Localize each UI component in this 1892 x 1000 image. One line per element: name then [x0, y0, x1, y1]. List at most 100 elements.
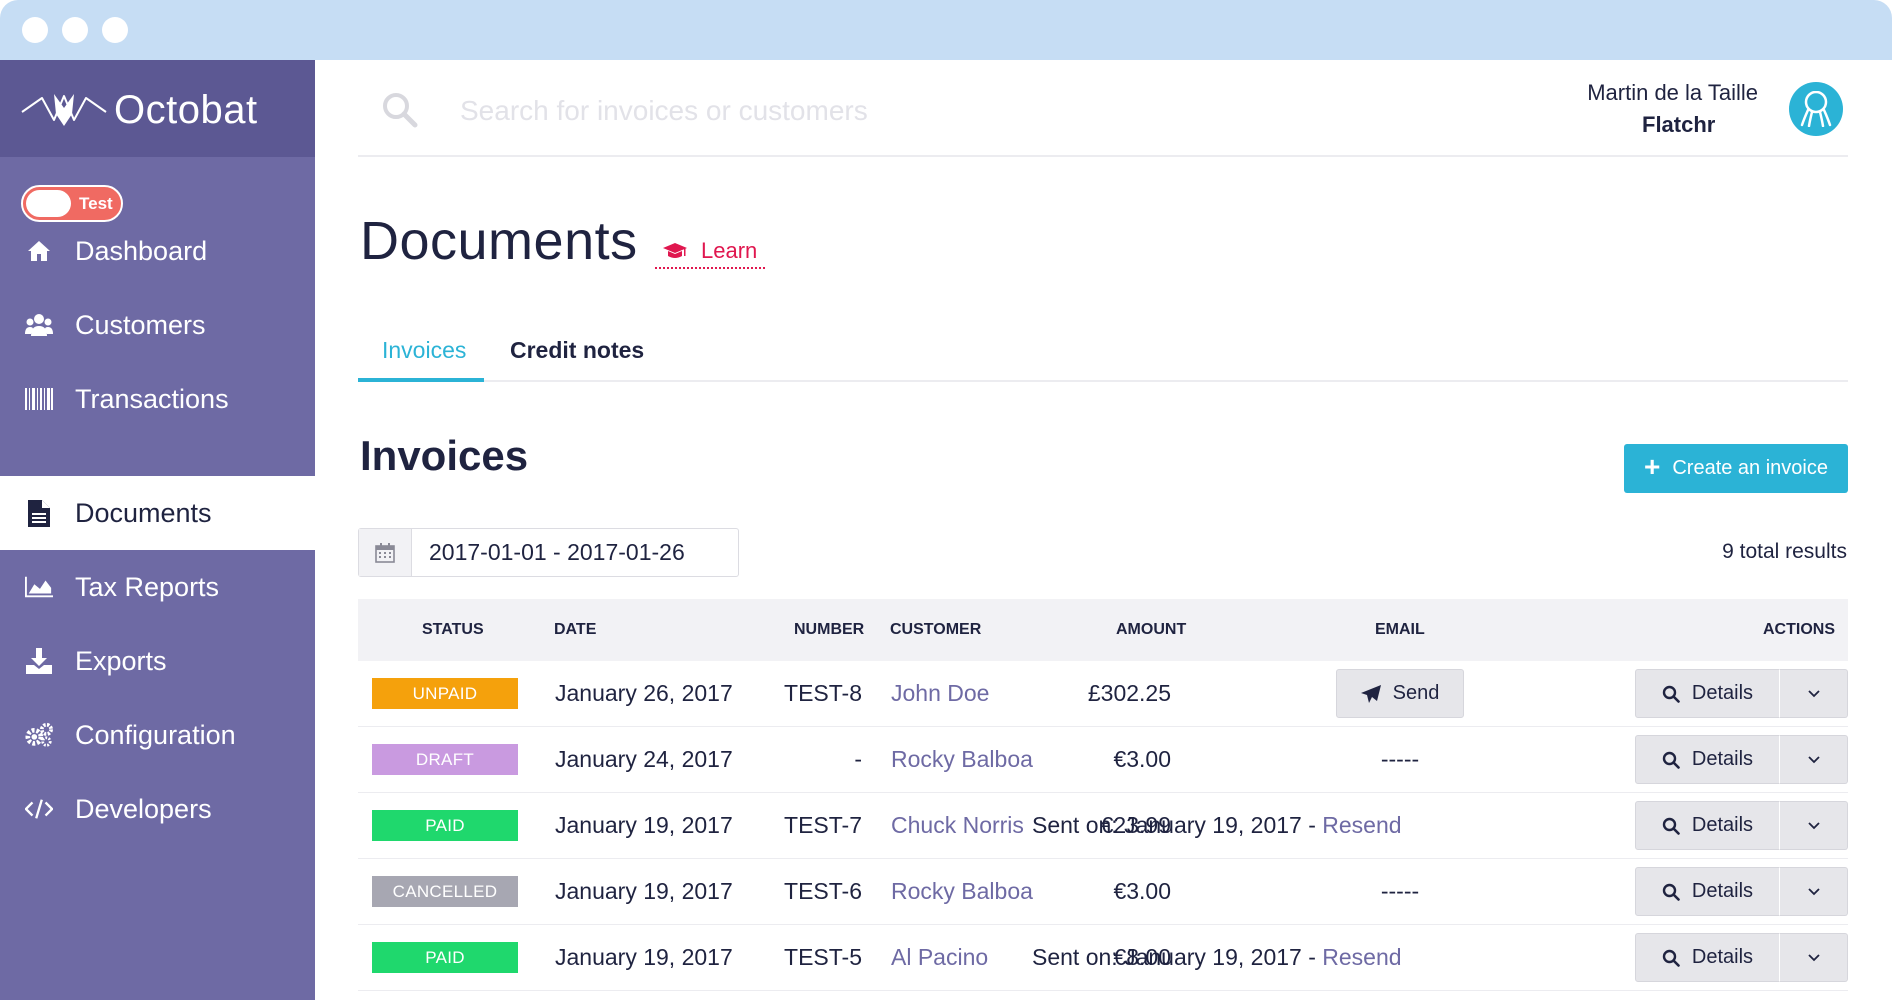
table-row: UNPAID January 26, 2017 TEST-8 John Doe £302… — [358, 661, 1848, 727]
details-button[interactable]: Details — [1635, 801, 1780, 850]
barcode-icon — [25, 385, 53, 413]
total-results: 9 total results — [1722, 540, 1847, 563]
active-tab-indicator — [358, 378, 484, 382]
calendar-icon[interactable] — [359, 529, 412, 576]
invoice-date: January 19, 2017 — [555, 944, 733, 970]
customer-link[interactable]: John Doe — [891, 680, 989, 707]
details-label: Details — [1691, 946, 1754, 968]
actions-dropdown-button[interactable] — [1779, 801, 1848, 850]
sidebar-item-exports[interactable]: Exports — [0, 624, 315, 698]
sidebar-item-documents[interactable]: Documents — [0, 476, 315, 550]
table-row: CANCELLED January 19, 2017 TEST-6 Rocky Bal… — [358, 859, 1848, 925]
tab-credit-notes[interactable]: Credit notes — [510, 337, 644, 364]
learn-link[interactable]: Learn — [655, 235, 766, 269]
chevron-down-icon — [1807, 821, 1821, 830]
invoice-number: TEST-8 — [784, 680, 862, 706]
toggle-label: Test — [79, 194, 113, 213]
send-button[interactable]: Send — [1336, 669, 1464, 718]
email-status: ----- — [1380, 878, 1420, 904]
column-number[interactable]: NUMBER — [794, 621, 864, 639]
details-label: Details — [1691, 748, 1754, 770]
search-icon[interactable] — [380, 90, 420, 135]
sidebar-item-tax-reports[interactable]: Tax Reports — [0, 550, 315, 624]
window-minimize-button[interactable] — [62, 17, 88, 43]
sidebar-item-label: Tax Reports — [75, 571, 220, 602]
sidebar-item-label: Configuration — [75, 719, 236, 750]
email-sent-text: Sent on: January 19, 2017 - — [1032, 944, 1316, 970]
chevron-down-icon — [1807, 887, 1821, 896]
user-company[interactable]: Flatchr — [1642, 112, 1715, 138]
invoice-number: TEST-7 — [784, 812, 862, 838]
header-divider — [358, 155, 1848, 157]
invoice-number: TEST-6 — [784, 878, 862, 904]
sidebar-item-label: Exports — [75, 645, 167, 676]
invoice-amount: £302.25 — [1087, 680, 1171, 706]
details-button[interactable]: Details — [1635, 933, 1780, 982]
invoice-amount: €3.00 — [1113, 746, 1171, 772]
actions-dropdown-button[interactable] — [1779, 669, 1848, 718]
date-range-picker[interactable]: 2017-01-01 - 2017-01-26 — [358, 528, 739, 577]
sidebar-item-developers[interactable]: Developers — [0, 772, 315, 846]
invoice-date: January 24, 2017 — [555, 746, 733, 772]
download-icon — [25, 647, 53, 675]
column-email: EMAIL — [1375, 621, 1425, 638]
home-icon — [25, 237, 53, 265]
customer-link[interactable]: Chuck Norris — [891, 812, 1024, 839]
sidebar-item-label: Dashboard — [75, 235, 208, 266]
column-amount[interactable]: AMOUNT — [1116, 621, 1186, 639]
customer-link[interactable]: Al Pacino — [891, 944, 988, 971]
actions-dropdown-button[interactable] — [1779, 933, 1848, 982]
create-invoice-button[interactable]: + Create an invoice — [1624, 444, 1848, 493]
sidebar-item-transactions[interactable]: Transactions — [0, 362, 315, 436]
sidebar-item-customers[interactable]: Customers — [0, 288, 315, 362]
email-status: Sent on: January 19, 2017 - Resend — [1032, 944, 1402, 971]
date-range-value[interactable]: 2017-01-01 - 2017-01-26 — [412, 529, 685, 576]
tabs-divider — [358, 380, 1848, 382]
chevron-down-icon — [1807, 953, 1821, 962]
column-customer[interactable]: CUSTOMER — [890, 621, 981, 639]
search-input[interactable] — [460, 88, 1360, 134]
sidebar-item-label: Customers — [75, 309, 206, 340]
table-row: PAID January 19, 2017 TEST-5 Al Pacino €8.00… — [358, 925, 1848, 991]
sidebar-item-label: Transactions — [75, 383, 229, 414]
details-button[interactable]: Details — [1635, 867, 1780, 916]
column-actions: ACTIONS — [1763, 621, 1835, 638]
column-date[interactable]: DATE — [554, 621, 596, 639]
logo[interactable]: Octobat — [0, 60, 315, 157]
octopus-icon — [1800, 91, 1832, 127]
resend-link[interactable]: Resend — [1322, 944, 1401, 970]
send-label: Send — [1392, 682, 1440, 704]
user-name[interactable]: Martin de la Taille — [1587, 80, 1758, 106]
invoice-date: January 26, 2017 — [555, 680, 733, 706]
resend-link[interactable]: Resend — [1322, 812, 1401, 838]
table-row: PAID January 19, 2017 TEST-7 Chuck Norris €2… — [358, 793, 1848, 859]
email-sent-text: Sent on: January 19, 2017 - — [1032, 812, 1316, 838]
email-status: Sent on: January 19, 2017 - Resend — [1032, 812, 1402, 839]
invoice-number: - — [854, 746, 862, 772]
column-status[interactable]: STATUS — [422, 621, 484, 639]
table-row: DRAFT January 24, 2017- Rocky Balboa €3.00-… — [358, 727, 1848, 793]
avatar[interactable] — [1789, 82, 1843, 136]
sidebar-item-dashboard[interactable]: Dashboard — [0, 214, 315, 288]
invoice-date: January 19, 2017 — [555, 878, 733, 904]
details-label: Details — [1691, 682, 1754, 704]
graduation-cap-icon — [663, 243, 687, 258]
learn-label: Learn — [701, 238, 758, 263]
page-title: Documents — [360, 211, 638, 271]
details-label: Details — [1691, 880, 1754, 902]
magnifier-icon — [1662, 949, 1692, 967]
sidebar-item-configuration[interactable]: Configuration — [0, 698, 315, 772]
actions-dropdown-button[interactable] — [1779, 867, 1848, 916]
brand-name: Octobat — [114, 88, 258, 132]
document-icon — [25, 499, 53, 527]
window-titlebar — [0, 0, 1892, 60]
window-maximize-button[interactable] — [102, 17, 128, 43]
chevron-down-icon — [1807, 689, 1821, 698]
details-button[interactable]: Details — [1635, 735, 1780, 784]
details-button[interactable]: Details — [1635, 669, 1780, 718]
table-header: STATUS DATE NUMBER CUSTOMER AMOUNT EMAIL… — [358, 599, 1848, 661]
tab-invoices[interactable]: Invoices — [382, 337, 466, 364]
window-close-button[interactable] — [22, 17, 48, 43]
actions-dropdown-button[interactable] — [1779, 735, 1848, 784]
octobat-logo-icon — [21, 94, 107, 126]
